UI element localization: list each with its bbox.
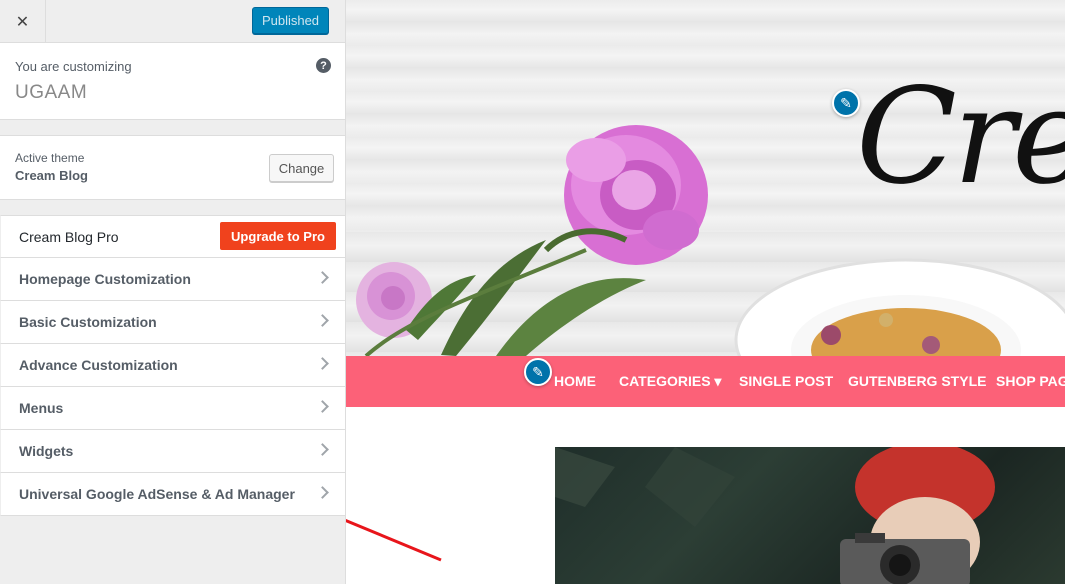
upgrade-to-pro-button[interactable]: Upgrade to Pro xyxy=(220,222,336,250)
customizer-panel-list: Cream Blog Pro Upgrade to Pro Homepage C… xyxy=(0,215,345,516)
chevron-right-icon xyxy=(316,357,329,370)
close-icon[interactable]: ✕ xyxy=(0,0,46,42)
panel-homepage-customization[interactable]: Homepage Customization xyxy=(0,258,345,301)
site-name: UGAAM xyxy=(15,82,88,103)
site-logo[interactable]: Cream xyxy=(856,60,1065,214)
panel-label: Widgets xyxy=(19,443,74,459)
change-theme-button[interactable]: Change xyxy=(269,154,334,182)
annotation-arrow xyxy=(346,518,442,562)
nav-item-single-post[interactable]: SINGLE POST xyxy=(739,373,833,389)
active-theme-label: Active theme xyxy=(15,151,85,165)
active-theme-section: Active theme Cream Blog Change xyxy=(0,135,345,200)
header-image: Cream ✎ xyxy=(346,0,1065,356)
primary-navigation: HOME CATEGORIES ▾ SINGLE POST GUTENBERG … xyxy=(346,356,1065,407)
peony-flower xyxy=(564,125,708,265)
chevron-right-icon xyxy=(316,314,329,327)
pencil-icon[interactable]: ✎ xyxy=(524,358,552,386)
panel-label: Homepage Customization xyxy=(19,271,191,287)
panel-universal-google-adsense[interactable]: Universal Google AdSense & Ad Manager xyxy=(0,473,345,516)
panel-menus[interactable]: Menus xyxy=(0,387,345,430)
chevron-right-icon xyxy=(316,400,329,413)
panel-label: Cream Blog Pro xyxy=(19,229,119,245)
help-icon[interactable]: ? xyxy=(316,58,331,73)
panel-basic-customization[interactable]: Basic Customization xyxy=(0,301,345,344)
nav-item-gutenberg-style[interactable]: GUTENBERG STYLE xyxy=(848,373,986,389)
customizing-info: You are customizing UGAAM ? xyxy=(0,43,345,120)
site-preview: Cream ✎ ✎ HOME CATEGORIES ▾ SINGLE POST … xyxy=(346,0,1065,584)
panel-label: Menus xyxy=(19,400,64,416)
panel-widgets[interactable]: Widgets xyxy=(0,430,345,473)
tea-cup xyxy=(734,258,1065,356)
active-theme-name: Cream Blog xyxy=(15,168,88,183)
chevron-right-icon xyxy=(316,443,329,456)
customizer-sidebar: ✕ Published You are customizing UGAAM ? … xyxy=(0,0,346,584)
nav-item-shop-page[interactable]: SHOP PAG xyxy=(996,373,1065,389)
panel-advance-customization[interactable]: Advance Customization xyxy=(0,344,345,387)
panel-label: Universal Google AdSense & Ad Manager xyxy=(19,486,295,502)
nav-item-categories[interactable]: CATEGORIES ▾ xyxy=(619,373,721,390)
customizing-label: You are customizing xyxy=(15,59,132,74)
panel-label: Basic Customization xyxy=(19,314,157,330)
photographer-image xyxy=(555,447,995,584)
published-button[interactable]: Published xyxy=(252,7,329,34)
nav-item-home[interactable]: HOME xyxy=(554,373,596,389)
pencil-icon[interactable]: ✎ xyxy=(832,89,860,117)
chevron-right-icon xyxy=(316,271,329,284)
panel-cream-blog-pro: Cream Blog Pro Upgrade to Pro xyxy=(0,215,345,258)
panel-label: Advance Customization xyxy=(19,357,178,373)
chevron-right-icon xyxy=(316,486,329,499)
customizer-header: ✕ Published xyxy=(0,0,345,43)
post-featured-image[interactable] xyxy=(555,447,1065,584)
